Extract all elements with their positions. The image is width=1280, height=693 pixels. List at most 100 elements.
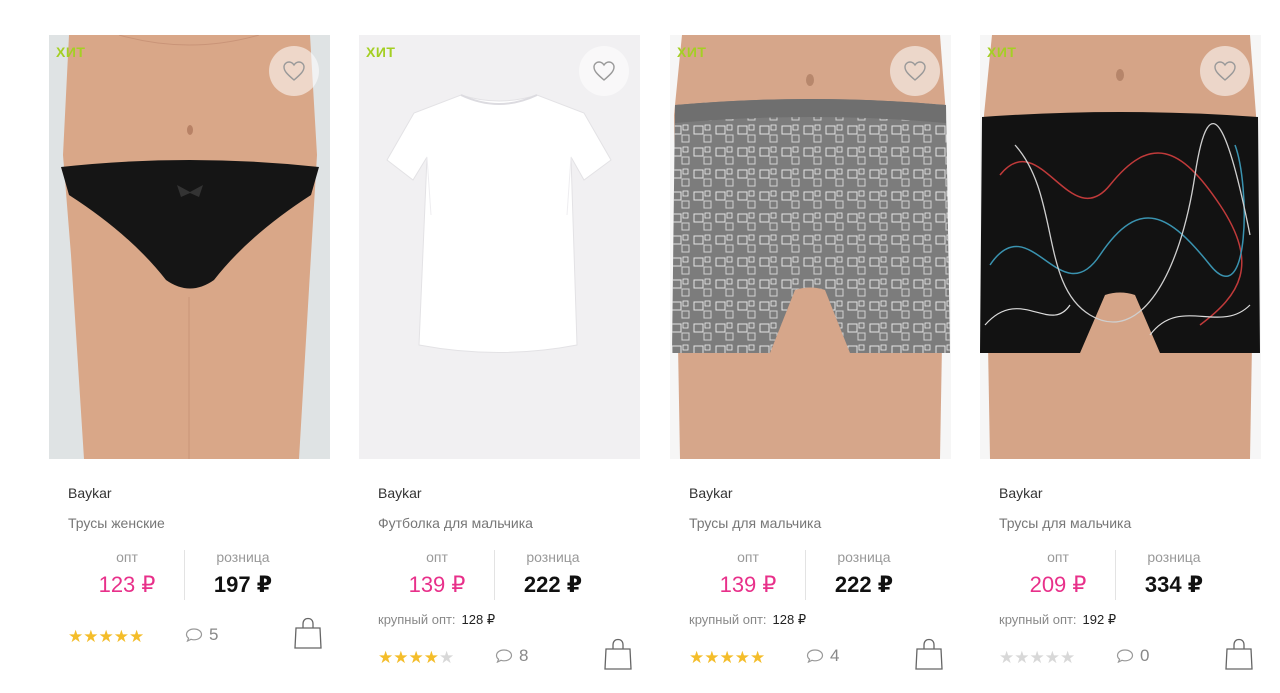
star-icon: ★ xyxy=(704,648,720,667)
star-icon: ★ xyxy=(378,648,394,667)
hit-badge: ХИТ xyxy=(987,44,1017,60)
retail-price: розница 222 ₽ xyxy=(495,548,611,600)
star-icon: ★ xyxy=(1014,648,1030,667)
star-icon: ★ xyxy=(999,648,1015,667)
retail-label: розница xyxy=(837,549,891,565)
wholesale-label: опт xyxy=(1047,549,1069,565)
bulk-label: крупный опт: xyxy=(378,612,456,627)
heart-icon xyxy=(1214,61,1236,81)
reviews-count[interactable]: 5 xyxy=(185,625,218,645)
price-block: опт 139 ₽ розница 222 ₽ xyxy=(359,548,640,604)
product-image[interactable]: ХИТ xyxy=(980,35,1261,459)
product-card[interactable]: ХИТ Baykar Трусы женские опт 123 ₽ розни… xyxy=(49,35,330,649)
favorite-button[interactable] xyxy=(579,46,629,96)
comment-icon xyxy=(495,649,513,663)
star-icon: ★ xyxy=(1044,648,1060,667)
wholesale-price: опт 139 ₽ xyxy=(690,548,806,600)
star-icon: ★ xyxy=(423,648,439,667)
product-card[interactable]: ХИТ Baykar Футболка для мальчика опт 139… xyxy=(359,35,640,670)
reviews-count[interactable]: 8 xyxy=(495,646,528,666)
product-title[interactable]: Трусы для мальчика xyxy=(689,515,821,531)
reviews-number: 8 xyxy=(519,646,529,665)
star-icon: ★ xyxy=(719,648,735,667)
retail-value: 197 ₽ xyxy=(213,572,273,597)
reviews-number: 5 xyxy=(209,625,219,644)
retail-price: розница 222 ₽ xyxy=(806,548,922,600)
product-card[interactable]: ХИТ Baykar Трусы для мальчика опт 139 ₽ … xyxy=(670,35,951,670)
favorite-button[interactable] xyxy=(890,46,940,96)
favorite-button[interactable] xyxy=(1200,46,1250,96)
favorite-button[interactable] xyxy=(269,46,319,96)
black-boxers-photo xyxy=(980,35,1261,459)
product-title[interactable]: Трусы для мальчика xyxy=(999,515,1131,531)
product-brand[interactable]: Baykar xyxy=(999,485,1043,501)
wholesale-label: опт xyxy=(116,549,138,565)
retail-value: 222 ₽ xyxy=(523,572,583,597)
retail-label: розница xyxy=(1147,549,1201,565)
star-icon: ★ xyxy=(408,648,424,667)
retail-value: 334 ₽ xyxy=(1144,572,1204,597)
bulk-price: крупный опт: 128 ₽ xyxy=(689,612,806,628)
product-brand[interactable]: Baykar xyxy=(689,485,733,501)
hit-badge: ХИТ xyxy=(56,44,86,60)
bulk-value: 128 ₽ xyxy=(461,612,496,627)
reviews-number: 4 xyxy=(830,646,840,665)
comment-icon xyxy=(806,649,824,663)
shopping-bag-icon[interactable] xyxy=(1224,637,1254,671)
rating-stars: ★★★★★ xyxy=(68,627,144,647)
reviews-count[interactable]: 4 xyxy=(806,646,839,666)
rating-row: ★★★★★ 4 xyxy=(689,638,944,673)
white-tshirt-photo xyxy=(359,35,640,459)
wholesale-value: 139 ₽ xyxy=(719,572,777,597)
product-image[interactable]: ХИТ xyxy=(49,35,330,459)
price-block: опт 209 ₽ розница 334 ₽ xyxy=(980,548,1261,604)
hit-badge: ХИТ xyxy=(677,44,707,60)
bulk-price: крупный опт: 128 ₽ xyxy=(378,612,495,628)
rating-stars: ★★★★★ xyxy=(689,648,765,668)
product-card[interactable]: ХИТ Baykar Трусы для мальчика опт 209 ₽ … xyxy=(980,35,1261,670)
bulk-label: крупный опт: xyxy=(999,612,1077,627)
shopping-bag-icon[interactable] xyxy=(603,637,633,671)
star-icon: ★ xyxy=(113,627,129,646)
product-image[interactable]: ХИТ xyxy=(670,35,951,459)
reviews-count[interactable]: 0 xyxy=(1116,646,1149,666)
price-block: опт 139 ₽ розница 222 ₽ xyxy=(670,548,951,604)
star-icon: ★ xyxy=(129,627,145,646)
product-title[interactable]: Футболка для мальчика xyxy=(378,515,533,531)
star-icon: ★ xyxy=(439,648,455,667)
bulk-price: крупный опт: 192 ₽ xyxy=(999,612,1116,628)
product-image[interactable]: ХИТ xyxy=(359,35,640,459)
bulk-label: крупный опт: xyxy=(689,612,767,627)
star-icon: ★ xyxy=(689,648,705,667)
reviews-number: 0 xyxy=(1140,646,1150,665)
retail-price: розница 197 ₽ xyxy=(185,548,301,600)
heart-icon xyxy=(283,61,305,81)
price-block: опт 123 ₽ розница 197 ₽ xyxy=(49,548,330,604)
heart-icon xyxy=(904,61,926,81)
rating-row: ★★★★★ 5 xyxy=(68,617,323,652)
shopping-bag-icon[interactable] xyxy=(293,616,323,650)
retail-value: 222 ₽ xyxy=(834,572,894,597)
product-brand[interactable]: Baykar xyxy=(68,485,112,501)
star-icon: ★ xyxy=(1060,648,1076,667)
wholesale-price: опт 209 ₽ xyxy=(1000,548,1116,600)
comment-icon xyxy=(1116,649,1134,663)
product-title[interactable]: Трусы женские xyxy=(68,515,165,531)
retail-price: розница 334 ₽ xyxy=(1116,548,1232,600)
retail-label: розница xyxy=(216,549,270,565)
heart-icon xyxy=(593,61,615,81)
wholesale-label: опт xyxy=(737,549,759,565)
wholesale-value: 123 ₽ xyxy=(98,572,156,597)
star-icon: ★ xyxy=(68,627,84,646)
rating-stars: ★★★★★ xyxy=(378,648,454,668)
shopping-bag-icon[interactable] xyxy=(914,637,944,671)
rating-row: ★★★★★ 8 xyxy=(378,638,633,673)
hit-badge: ХИТ xyxy=(366,44,396,60)
rating-row: ★★★★★ 0 xyxy=(999,638,1254,673)
star-icon: ★ xyxy=(98,627,114,646)
grey-boxers-photo xyxy=(670,35,951,459)
retail-label: розница xyxy=(526,549,580,565)
product-brand[interactable]: Baykar xyxy=(378,485,422,501)
wholesale-price: опт 139 ₽ xyxy=(379,548,495,600)
star-icon: ★ xyxy=(83,627,99,646)
